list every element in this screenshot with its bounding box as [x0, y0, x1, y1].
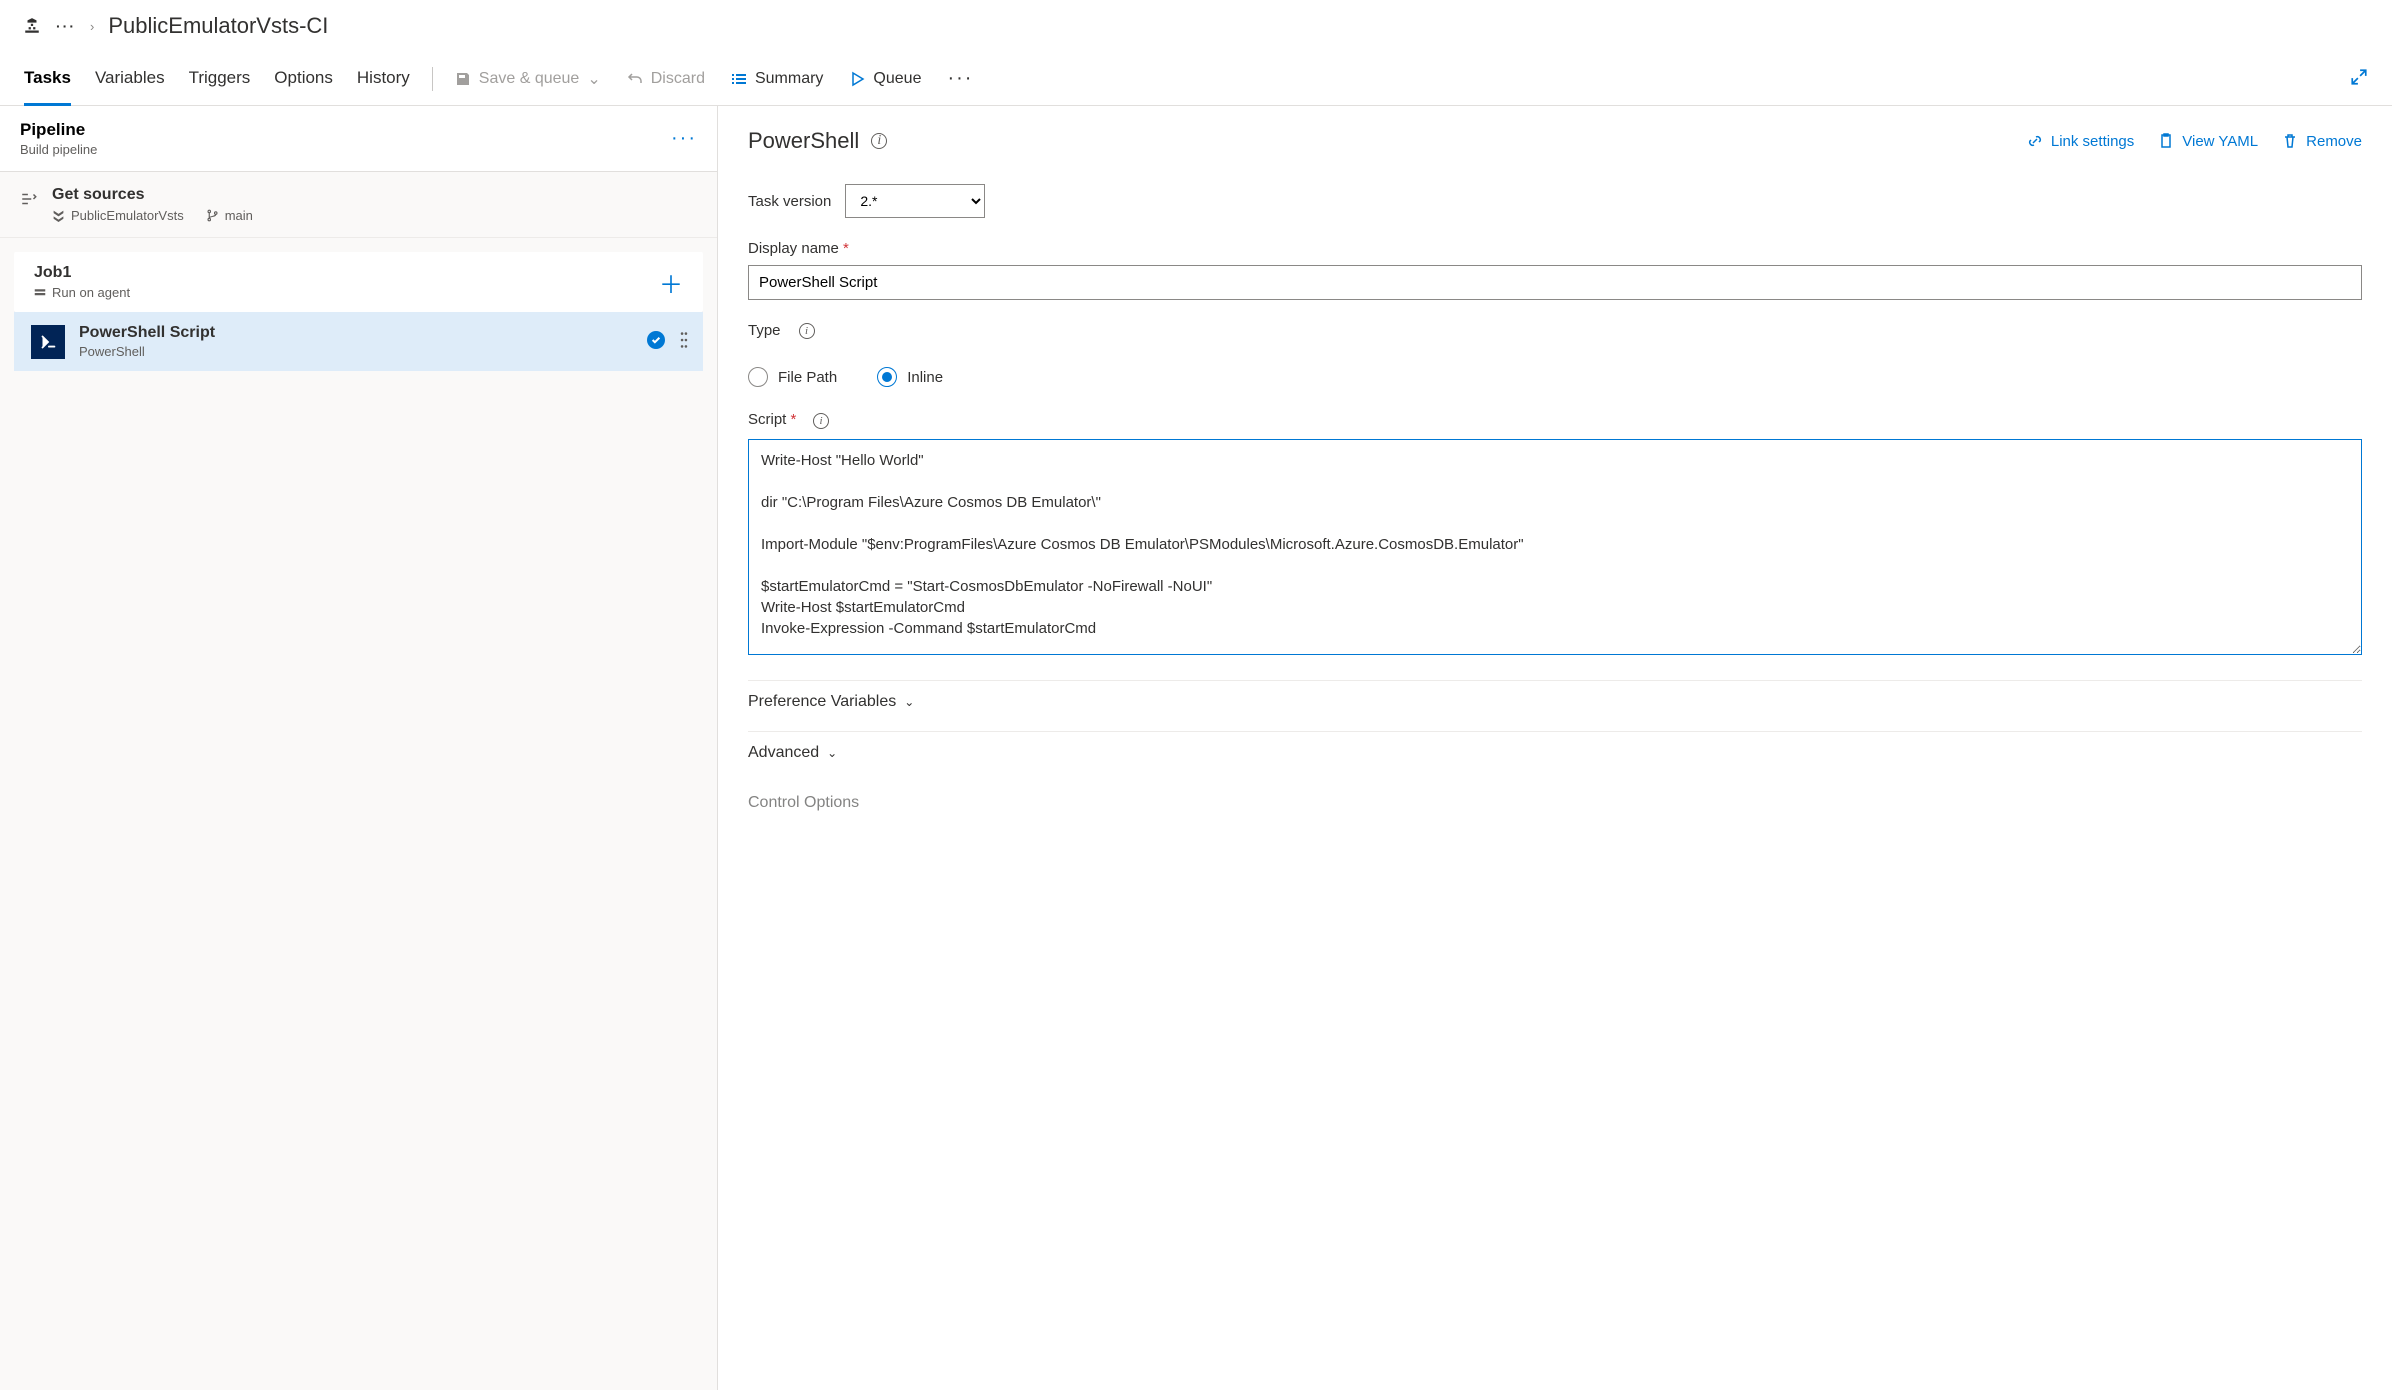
chevron-down-icon: ⌄: [587, 69, 600, 89]
link-settings-button[interactable]: Link settings: [2027, 133, 2134, 150]
job-title: Job1: [34, 264, 130, 282]
breadcrumb: ··· › PublicEmulatorVsts-CI: [0, 0, 2392, 52]
task-version-select[interactable]: 2.*: [845, 184, 985, 218]
play-icon: [849, 71, 865, 87]
link-icon: [2027, 133, 2043, 149]
branch-meta: main: [206, 208, 253, 223]
toolbar-more-icon[interactable]: ···: [947, 67, 973, 90]
breadcrumb-separator: ›: [90, 19, 94, 34]
pipeline-icon[interactable]: [22, 16, 42, 36]
view-yaml-label: View YAML: [2182, 133, 2258, 150]
script-textarea[interactable]: [748, 439, 2362, 655]
trash-icon: [2282, 133, 2298, 149]
remove-button[interactable]: Remove: [2282, 133, 2362, 150]
info-icon[interactable]: i: [813, 413, 829, 429]
add-task-button[interactable]: ＋: [659, 265, 683, 300]
agent-icon: [34, 287, 46, 299]
breadcrumb-title[interactable]: PublicEmulatorVsts-CI: [108, 13, 328, 39]
task-detail-panel: PowerShell i Link settings View YAML Rem…: [718, 106, 2392, 1390]
pipeline-more-icon[interactable]: ···: [671, 127, 697, 150]
save-icon: [455, 71, 471, 87]
pipeline-subtitle: Build pipeline: [20, 142, 97, 157]
summary-label: Summary: [755, 70, 823, 88]
powershell-icon: [31, 325, 65, 359]
main-tabs: Tasks Variables Triggers Options History: [24, 52, 410, 105]
drag-handle-icon[interactable]: [679, 331, 689, 352]
queue-button[interactable]: Queue: [849, 70, 921, 88]
info-icon[interactable]: i: [799, 323, 815, 339]
script-row: Script * i: [748, 411, 2362, 658]
chevron-down-icon: ⌄: [827, 746, 837, 760]
display-name-label: Display name *: [748, 240, 849, 257]
task-row-powershell[interactable]: PowerShell Script PowerShell: [14, 312, 703, 371]
type-radio-group: File Path Inline: [748, 361, 2362, 393]
discard-button[interactable]: Discard: [627, 70, 705, 88]
section-advanced[interactable]: Advanced ⌄: [748, 731, 2362, 774]
info-icon[interactable]: i: [871, 133, 887, 149]
task-version-label: Task version: [748, 193, 831, 210]
undo-icon: [627, 71, 643, 87]
script-label: Script * i: [748, 411, 829, 428]
display-name-input[interactable]: [748, 265, 2362, 300]
task-detail-title: PowerShell i: [748, 128, 887, 154]
chevron-down-icon: ⌄: [904, 695, 914, 709]
save-queue-button[interactable]: Save & queue ⌄: [455, 69, 601, 89]
pipeline-tree: Pipeline Build pipeline ··· Get sources …: [0, 106, 718, 1390]
display-name-row: Display name *: [748, 240, 2362, 300]
section-preference-variables[interactable]: Preference Variables ⌄: [748, 680, 2362, 723]
clipboard-icon: [2158, 133, 2174, 149]
pipeline-header[interactable]: Pipeline Build pipeline ···: [0, 106, 717, 172]
repo-meta: PublicEmulatorVsts: [52, 208, 184, 223]
toolbar: Tasks Variables Triggers Options History…: [0, 52, 2392, 106]
discard-label: Discard: [651, 70, 705, 88]
toolbar-divider: [432, 67, 433, 91]
tab-tasks[interactable]: Tasks: [24, 53, 71, 106]
job-subtitle: Run on agent: [34, 285, 130, 300]
branch-name: main: [225, 208, 253, 223]
type-row: Type i: [748, 322, 2362, 339]
branch-icon: [206, 209, 219, 222]
repo-name: PublicEmulatorVsts: [71, 208, 184, 223]
task-status-icon: [647, 331, 665, 352]
job-row[interactable]: Job1 Run on agent ＋: [14, 252, 703, 312]
tab-variables[interactable]: Variables: [95, 53, 165, 106]
type-filepath-radio[interactable]: File Path: [748, 367, 837, 387]
link-settings-label: Link settings: [2051, 133, 2134, 150]
remove-label: Remove: [2306, 133, 2362, 150]
type-filepath-label: File Path: [778, 369, 837, 386]
repo-icon: [52, 209, 65, 222]
type-inline-label: Inline: [907, 369, 943, 386]
queue-label: Queue: [873, 70, 921, 88]
task-version-row: Task version 2.*: [748, 184, 2362, 218]
view-yaml-button[interactable]: View YAML: [2158, 133, 2258, 150]
section-control-options[interactable]: Control Options: [748, 782, 2362, 824]
tab-triggers[interactable]: Triggers: [189, 53, 251, 106]
list-icon: [731, 71, 747, 87]
task-title: PowerShell Script: [79, 324, 215, 342]
get-sources-title: Get sources: [52, 186, 697, 204]
toolbar-actions: Save & queue ⌄ Discard Summary Queue ···: [455, 67, 974, 90]
type-label: Type: [748, 322, 781, 339]
fullscreen-icon[interactable]: [2350, 68, 2368, 89]
tab-history[interactable]: History: [357, 53, 410, 106]
task-subtitle: PowerShell: [79, 344, 215, 359]
source-icon: [20, 190, 38, 211]
summary-button[interactable]: Summary: [731, 70, 823, 88]
tab-options[interactable]: Options: [274, 53, 333, 106]
more-icon[interactable]: ···: [56, 16, 76, 36]
pipeline-title: Pipeline: [20, 120, 97, 140]
get-sources-row[interactable]: Get sources PublicEmulatorVsts main: [0, 172, 717, 238]
save-queue-label: Save & queue: [479, 70, 580, 88]
type-inline-radio[interactable]: Inline: [877, 367, 943, 387]
main-area: Pipeline Build pipeline ··· Get sources …: [0, 106, 2392, 1390]
